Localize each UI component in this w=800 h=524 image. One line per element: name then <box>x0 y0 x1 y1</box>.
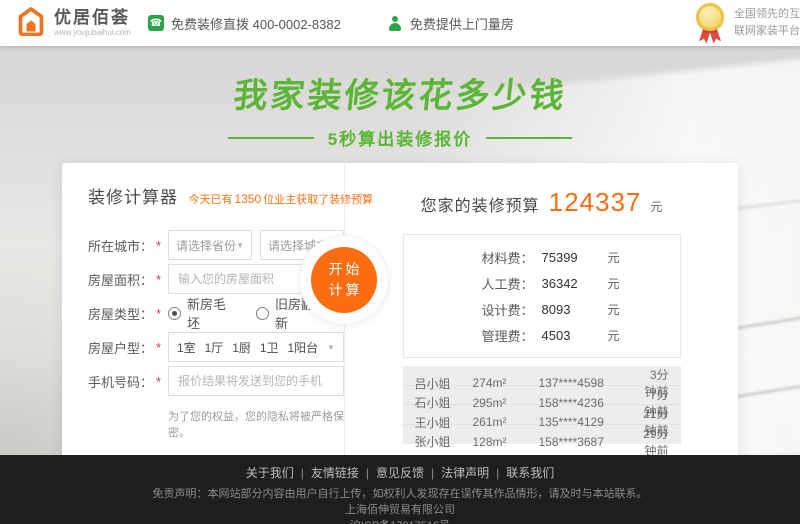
calculator-header: 装修计算器 今天已有1350位业主获取了装修预算 <box>88 183 344 208</box>
nav-hotline: ☎ 免费装修直拨 400-0002-8382 <box>148 14 341 33</box>
breakdown-row-material: 材料费： 75399 元 <box>404 244 680 270</box>
footer-link-about[interactable]: 关于我们 <box>246 466 311 480</box>
calculator-form: 装修计算器 今天已有1350位业主获取了装修预算 所在城市： * 请选择省份 ▼… <box>62 163 344 459</box>
footer-links: 关于我们友情链接意见反馈法律声明联系我们 <box>0 464 800 481</box>
cost-breakdown: 材料费： 75399 元 人工费： 36342 元 设计费： 8093 元 管理… <box>403 234 681 358</box>
footer: 关于我们友情链接意见反馈法律声明联系我们 免责声明：本网站部分内容由用户自行上传… <box>0 455 800 524</box>
required-mark: * <box>156 340 168 355</box>
result-unit: 元 <box>650 198 662 215</box>
badge-text: 全国领先的互 联网家装平台 <box>734 6 800 40</box>
person-icon <box>387 16 403 31</box>
footer-link-friends[interactable]: 友情链接 <box>311 466 376 480</box>
calculator-card: 装修计算器 今天已有1350位业主获取了装修预算 所在城市： * 请选择省份 ▼… <box>62 163 738 459</box>
required-mark: * <box>156 374 168 389</box>
dash-decoration <box>228 137 314 139</box>
start-calculate-button[interactable]: 开始 计算 <box>299 235 389 325</box>
page-subtitle: 5秒算出装修报价 <box>0 125 800 150</box>
phone-input[interactable] <box>178 374 334 388</box>
result-panel: 您家的装修预算 124337 元 材料费： 75399 元 人工费： 36342… <box>345 163 738 459</box>
phone-input-wrap <box>168 366 344 396</box>
layout-select[interactable]: 1室 1厅 1厨 1卫 1阳台 ▼ <box>168 332 344 362</box>
footer-link-legal[interactable]: 法律声明 <box>441 466 506 480</box>
province-select[interactable]: 请选择省份 ▼ <box>168 230 252 260</box>
chevron-down-icon: ▼ <box>327 343 335 352</box>
required-mark: * <box>156 272 168 287</box>
logo[interactable]: 优居佰荟 www.youjubaihui.com <box>16 6 148 41</box>
chevron-down-icon: ▼ <box>236 241 244 250</box>
footer-link-contact[interactable]: 联系我们 <box>506 466 554 480</box>
start-calculate-inner: 开始 计算 <box>311 247 377 313</box>
hotline-label: 免费装修直拨 400-0002-8382 <box>171 14 341 33</box>
measure-service-label: 免费提供上门量房 <box>410 14 514 33</box>
medal-icon <box>695 3 725 43</box>
main-stage: 我家装修该花多少钱 5秒算出装修报价 装修计算器 今天已有1350位业主获取了装… <box>0 46 800 455</box>
layout-row: 房屋户型： * 1室 1厅 1厨 1卫 1阳台 ▼ <box>88 332 344 362</box>
required-mark: * <box>156 238 168 253</box>
result-total: 124337 <box>549 187 642 218</box>
phone-label: 手机号码： <box>88 372 156 391</box>
breakdown-row-labor: 人工费： 36342 元 <box>404 270 680 296</box>
footer-icp: 沪ICP备17017516号 <box>0 519 800 524</box>
logo-url: www.youjubaihui.com <box>54 28 131 37</box>
calculator-title: 装修计算器 <box>88 188 178 207</box>
radio-new-house[interactable]: 新房毛坯 <box>168 294 232 332</box>
footer-company: 上海佰伸贸易有限公司 <box>0 503 800 519</box>
dash-decoration <box>486 137 572 139</box>
city-label: 所在城市： <box>88 236 156 255</box>
logo-house-icon <box>16 6 46 41</box>
breakdown-row-design: 设计费： 8093 元 <box>404 296 680 322</box>
platform-badge: 全国领先的互 联网家装平台 <box>695 3 800 43</box>
privacy-note: 为了您的权益，您的隐私将被严格保密。 <box>168 408 344 440</box>
phone-icon: ☎ <box>148 15 164 31</box>
house-type-label: 房屋类型： <box>88 304 156 323</box>
footer-link-feedback[interactable]: 意见反馈 <box>376 466 441 480</box>
recent-quotes-table: 吕小姐274m² 137****45983分钟前 石小姐295m² 158***… <box>403 366 681 444</box>
hero: 我家装修该花多少钱 5秒算出装修报价 <box>0 46 800 150</box>
header: 优居佰荟 www.youjubaihui.com ☎ 免费装修直拨 400-00… <box>0 0 800 46</box>
result-header: 您家的装修预算 124337 元 <box>345 187 738 218</box>
logo-text: 优居佰荟 www.youjubaihui.com <box>54 9 131 37</box>
required-mark: * <box>156 306 168 321</box>
table-row: 吕小姐274m² 137****45983分钟前 <box>403 366 681 386</box>
result-title: 您家的装修预算 <box>421 192 540 216</box>
area-label: 房屋面积： <box>88 270 156 289</box>
breakdown-row-management: 管理费： 4503 元 <box>404 322 680 348</box>
logo-name: 优居佰荟 <box>54 9 131 28</box>
phone-row: 手机号码： * <box>88 366 344 396</box>
radio-unchecked-icon <box>256 307 269 320</box>
layout-label: 房屋户型： <box>88 338 156 357</box>
page-title: 我家装修该花多少钱 <box>231 68 569 117</box>
footer-disclaimer: 免责声明：本网站部分内容由用户自行上传，如权利人发现存在误传其作品情形，请及时与… <box>0 487 800 503</box>
nav-measure-service: 免费提供上门量房 <box>387 14 514 33</box>
radio-checked-icon <box>168 307 181 320</box>
